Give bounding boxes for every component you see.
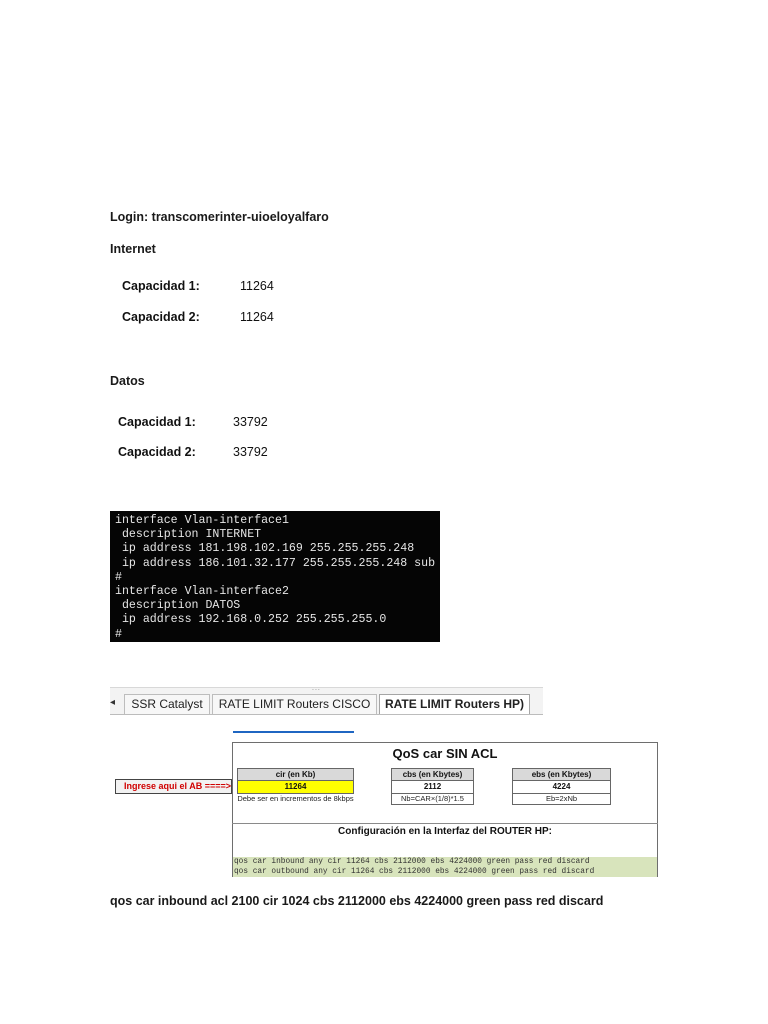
tab-rate-limit-hp[interactable]: RATE LIMIT Routers HP) — [379, 694, 530, 714]
cbs-header: cbs (en Kbytes) — [391, 768, 474, 781]
tab-ssr-catalyst[interactable]: SSR Catalyst — [124, 694, 210, 714]
cir-field: cir (en Kb) 11264 Debe ser en incremento… — [237, 768, 354, 805]
internet-heading: Internet — [110, 242, 156, 256]
ebs-field: ebs (en Kbytes) 4224 Eb=2xNb — [512, 768, 611, 805]
command-row-inbound[interactable]: qos car inbound any cir 11264 cbs 211200… — [233, 857, 657, 867]
terminal-line: interface Vlan-interface1 — [115, 514, 289, 527]
ebs-value: 4224 — [512, 781, 611, 794]
terminal-line: ip address 192.168.0.252 255.255.255.0 — [115, 613, 387, 627]
datos-capacity-1-value: 33792 — [233, 415, 268, 429]
terminal-line: ip address 186.101.32.177 255.255.255.24… — [115, 556, 436, 570]
cir-input[interactable]: 11264 — [237, 781, 354, 794]
ingrese-ab-label: Ingrese aqui el AB ====> — [115, 779, 232, 794]
config-title: Configuración en la Interfaz del ROUTER … — [338, 826, 552, 837]
terminal-line: description DATOS — [115, 599, 241, 613]
login-text: Login: transcomerinter-uioeloyalfaro — [110, 210, 329, 224]
datos-capacity-2-label: Capacidad 2: — [118, 445, 196, 459]
cbs-field: cbs (en Kbytes) 2112 Nb=CAR×(1/8)*1.5 — [391, 768, 474, 805]
qos-title: QoS car SIN ACL — [392, 746, 498, 761]
tab-underline — [233, 731, 354, 733]
ebs-header: ebs (en Kbytes) — [512, 768, 611, 781]
cbs-note: Nb=CAR×(1/8)*1.5 — [391, 794, 474, 805]
internet-capacity-1-label: Capacidad 1: — [122, 279, 200, 293]
bottom-command-text: qos car inbound acl 2100 cir 1024 cbs 21… — [110, 894, 604, 908]
terminal-line: # — [115, 570, 122, 584]
internet-capacity-2-value: 11264 — [240, 310, 274, 324]
cbs-value: 2112 — [391, 781, 474, 794]
internet-capacity-1-value: 11264 — [240, 279, 274, 293]
qos-divider — [232, 823, 658, 824]
tabs-grip-icon[interactable]: ... — [312, 685, 321, 692]
terminal-line: description INTERNET — [115, 528, 262, 542]
datos-heading: Datos — [110, 374, 145, 388]
internet-capacity-2-label: Capacidad 2: — [122, 310, 200, 324]
datos-capacity-1-label: Capacidad 1: — [118, 415, 196, 429]
datos-capacity-2-value: 33792 — [233, 445, 268, 459]
cir-note: Debe ser en incrementos de 8kbps — [237, 794, 354, 803]
terminal-line: # — [115, 627, 122, 641]
tabs-scroll-left-icon[interactable]: ◂ — [110, 697, 115, 708]
command-row-outbound[interactable]: qos car outbound any cir 11264 cbs 21120… — [233, 867, 657, 877]
terminal-line: interface Vlan-interface2 — [115, 585, 289, 599]
terminal-screenshot: interface Vlan-interface1 description IN… — [110, 511, 440, 642]
cir-header: cir (en Kb) — [237, 768, 354, 781]
ebs-note: Eb=2xNb — [512, 794, 611, 805]
tab-rate-limit-cisco[interactable]: RATE LIMIT Routers CISCO — [212, 694, 377, 714]
terminal-line: ip address 181.198.102.169 255.255.255.2… — [115, 542, 415, 556]
